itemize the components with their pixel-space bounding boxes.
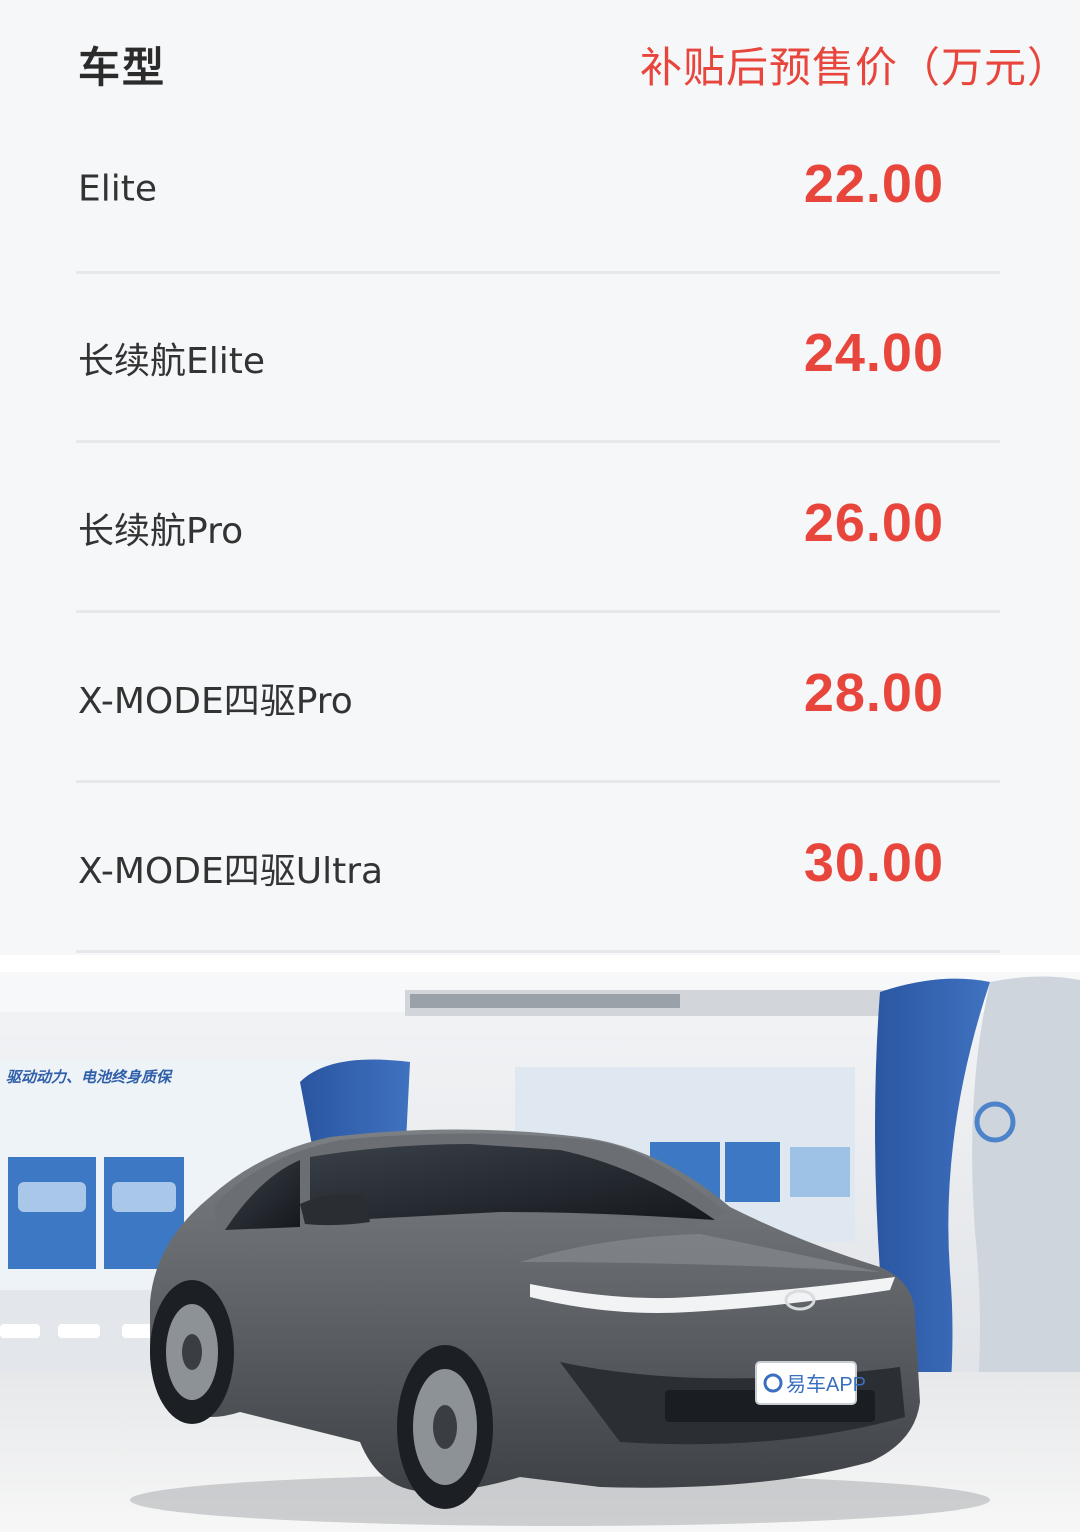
model-price: 26.00 — [803, 493, 944, 554]
table-row: 长续航Pro 26.00 — [0, 443, 1080, 613]
row-divider — [76, 950, 1000, 953]
model-name: X-MODE四驱Ultra — [78, 851, 384, 892]
watermark-text: 易车APP — [786, 1373, 866, 1396]
column-header-model: 车型 — [78, 43, 167, 92]
banner-text: 驱动动力、电池终身质保 — [6, 1068, 173, 1086]
model-price: 24.00 — [803, 323, 944, 384]
table-row: X-MODE四驱Pro 28.00 — [0, 613, 1080, 783]
car-photo: 驱动动力、电池终身质保 易车APP — [0, 972, 1080, 1532]
price-table: 车型 补贴后预售价（万元） Elite 22.00 长续航Elite 24.00… — [0, 0, 1080, 955]
model-name: Elite — [78, 168, 158, 210]
model-price: 30.00 — [803, 833, 944, 894]
model-name: 长续航Pro — [78, 511, 244, 552]
section-gap — [0, 955, 1080, 972]
table-row: X-MODE四驱Ultra 30.00 — [0, 783, 1080, 953]
model-name: X-MODE四驱Pro — [78, 681, 353, 722]
model-price: 28.00 — [803, 663, 944, 724]
column-header-price: 补贴后预售价（万元） — [639, 43, 1070, 92]
model-price: 22.00 — [803, 154, 944, 215]
table-row: 长续航Elite 24.00 — [0, 273, 1080, 443]
showroom-car-illustration: 驱动动力、电池终身质保 易车APP — [0, 972, 1080, 1532]
model-name: 长续航Elite — [78, 341, 266, 382]
table-row: Elite 22.00 — [0, 104, 1080, 274]
